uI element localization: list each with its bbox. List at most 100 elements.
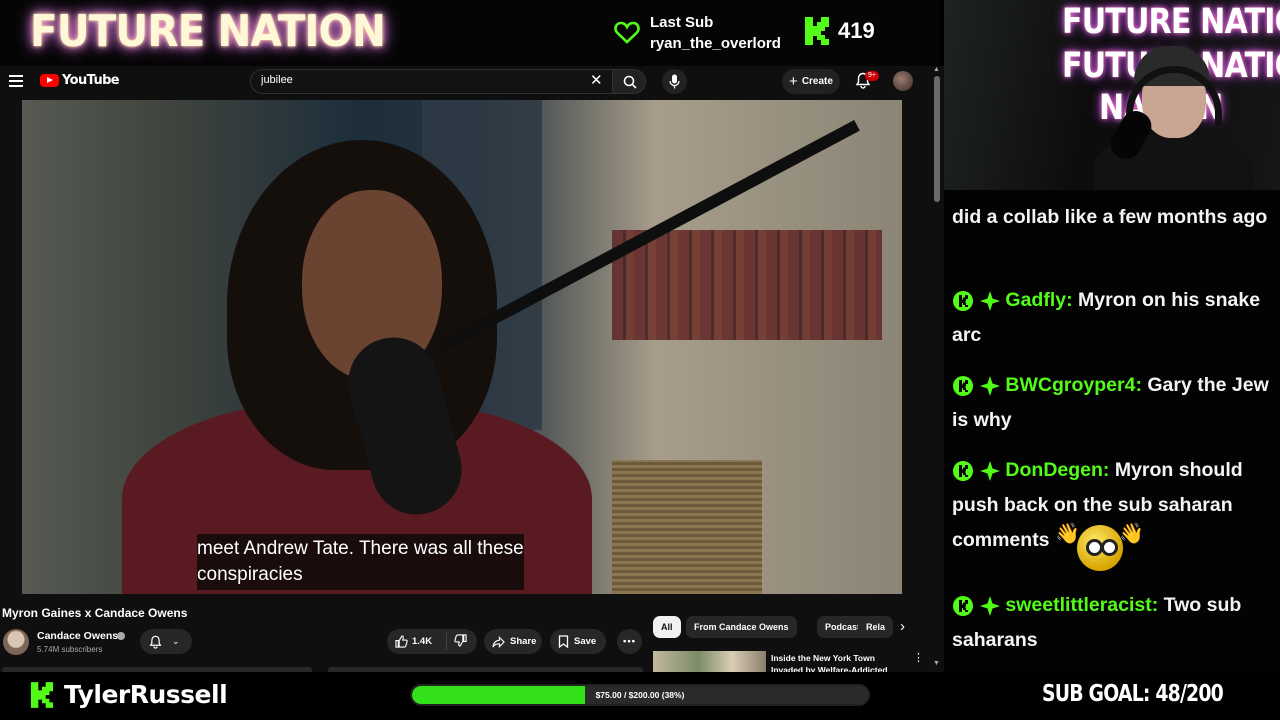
channel-name[interactable]: Candace Owens [37,630,118,642]
heart-icon [614,21,640,45]
last-sub-widget: Last Sub ryan_the_overlord [614,12,781,54]
chat-badges [952,453,1001,488]
neon-sign-line: FUTURE NATION [1062,2,1280,42]
kick-badge-icon [953,596,973,617]
scroll-thumb[interactable] [934,76,940,202]
donation-goal-label: $75.00 / $200.00 (38%) [595,690,685,700]
subtitle-line-1: meet Andrew Tate. There was all these [197,538,524,559]
kick-badge-icon [953,376,973,397]
overlay-bottom-bar: TylerRussell $75.00 / $200.00 (38%) SUB … [0,672,1280,720]
chat-message: BWCgroyper4: Gary the Jew is why [952,368,1272,438]
kick-logo-icon [30,681,54,708]
notification-badge: 9+ [865,71,879,81]
search-input[interactable] [261,74,581,86]
plus-icon: + [789,73,798,90]
chat-username[interactable]: DonDegen: [1005,459,1109,481]
search-icon [623,75,637,89]
youtube-header: YouTube ✕ + Create 9+ [0,66,930,100]
youtube-play-icon [40,74,59,87]
youtube-logo-text: YouTube [62,73,120,88]
youtube-window: YouTube ✕ + Create 9+ meet Andrew [0,66,944,672]
video-title: Myron Gaines x Candace Owens [2,606,188,620]
chat-badges [952,588,1001,623]
wave-hand-icon: 👋 [1118,523,1144,546]
overlay-top-bar: FUTURE NATION Last Sub ryan_the_overlord… [0,0,940,66]
streamer-tag: TylerRussell [30,680,228,709]
save-button[interactable]: Save [550,629,606,654]
chat-username[interactable]: BWCgroyper4: [1005,374,1142,396]
bookmark-icon [558,635,569,648]
kick-badge-icon [953,291,973,312]
youtube-logo[interactable]: YouTube [40,73,120,88]
donation-goal-bar: $75.00 / $200.00 (38%) [410,684,870,706]
brand-logo: FUTURE NATION [30,6,386,57]
chat-message: Gadfly: Myron on his snake arc [952,283,1272,353]
video-player[interactable]: meet Andrew Tate. There was all these co… [22,100,902,594]
save-label: Save [574,636,597,647]
chat-message: did a collab like a few months ago [952,200,1272,235]
menu-icon[interactable] [9,75,23,87]
sparkle-badge-icon [980,291,1001,312]
subscription-bell-button[interactable]: ⌄ [140,629,192,654]
chip-from-channel[interactable]: From Candace Owens [686,616,797,638]
last-sub-user: ryan_the_overlord [650,35,781,52]
scroll-down-icon[interactable]: ▼ [933,660,940,667]
chat-panel: did a collab like a few months ago Gadfl… [944,190,1280,672]
chat-badges [952,283,1001,318]
like-dislike-group: 1.4K [387,629,477,654]
viewer-count: 419 [838,18,875,43]
share-label: Share [510,636,537,647]
chevron-down-icon: ⌄ [172,636,180,646]
share-icon [492,635,505,648]
more-horizontal-icon: ••• [623,636,636,647]
search-button[interactable] [612,69,646,94]
more-actions-button[interactable]: ••• [617,629,642,654]
streamer-name: TylerRussell [64,680,228,709]
chat-message-text: did a collab like a few months ago [952,206,1268,228]
video-subtitles: meet Andrew Tate. There was all these co… [197,534,524,590]
clear-search-icon[interactable]: ✕ [590,73,603,88]
verified-icon [117,632,125,640]
like-button[interactable]: 1.4K [387,633,447,650]
chat-badges [952,368,1001,403]
sub-goal-counter: SUB GOAL: 48/200 [1042,681,1224,707]
page-scrollbar[interactable]: ▲ ▼ [930,66,944,672]
chat-username[interactable]: Gadfly: [1005,289,1072,311]
subscriber-count: 5.74M subscribers [37,645,103,654]
sparkle-badge-icon [980,461,1001,482]
wave-hand-icon: 👋 [1054,523,1080,546]
microphone-icon [669,74,680,89]
chip-all[interactable]: All [653,616,681,638]
scroll-up-icon[interactable]: ▲ [933,66,940,73]
thumbs-up-icon [395,635,408,648]
like-count: 1.4K [412,636,433,647]
voice-search-button[interactable] [662,69,687,94]
webcam-feed: FUTURE NATION FUTURE NATION NATION [944,0,1280,190]
recommendation-thumbnail[interactable] [653,651,766,672]
sparkle-badge-icon [980,376,1001,397]
subtitle-line-2: conspiracies [197,564,303,585]
create-label: Create [801,76,833,87]
more-vertical-icon[interactable]: ⋮ [913,652,924,664]
chevron-right-icon[interactable]: › [900,618,905,636]
bell-icon [149,635,162,649]
recommendation-chips: All From Candace Owens Podcasts Rela [653,616,893,638]
chat-message: DonDegen: Myron should push back on the … [952,453,1272,572]
share-button[interactable]: Share [484,629,542,654]
search-box [250,69,612,94]
account-avatar[interactable] [893,71,913,91]
waving-emote: 👋 👋 [1054,523,1144,572]
thumbs-down-icon [454,633,467,647]
create-button[interactable]: + Create [782,69,840,94]
recommendation-title[interactable]: Inside the New York Town Invaded by Welf… [771,652,901,672]
sparkle-badge-icon [980,596,1001,617]
dislike-button[interactable] [447,633,467,650]
chat-username[interactable]: sweetlittleracist: [1005,594,1158,616]
kick-logo-icon [805,17,829,45]
kick-badge-icon [953,461,973,482]
chip-related[interactable]: Rela [858,616,893,638]
chat-message: sweetlittleracist: Two sub saharans [952,588,1272,658]
channel-avatar[interactable] [3,629,29,655]
viewer-count-widget: 419 [804,16,875,46]
last-sub-label: Last Sub [650,14,714,31]
